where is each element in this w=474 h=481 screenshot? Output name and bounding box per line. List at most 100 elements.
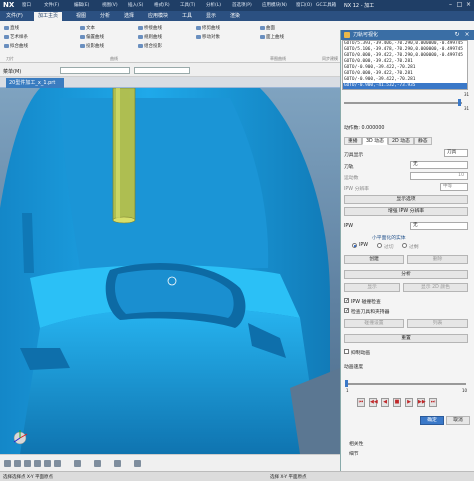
gcode-list[interactable]: GOTO/5.393,-39.406,-70.290,0.000000,-0.4… [342,40,468,90]
quick-menu-window2[interactable]: 窗口(O) [296,2,312,8]
document-tab[interactable]: 20型件加工_x_1.prt [6,78,64,88]
stop-button[interactable]: ■ [393,398,401,407]
tool-display-select[interactable]: 刀具 [444,149,468,157]
quick-menu-tools[interactable]: 工具(T) [180,2,195,8]
overcut-radio[interactable] [377,243,382,248]
suppress-animation-checkbox[interactable] [344,349,349,354]
tab-render[interactable]: 渲染 [226,12,244,21]
ribbon-spline[interactable]: 艺术样条 [4,34,28,40]
tab-static[interactable]: 静态 [414,137,432,145]
speed-slider-handle[interactable] [345,380,348,387]
ribbon-offset-curve[interactable]: 偏置曲线 [80,34,104,40]
ipw-select[interactable]: 无 [410,222,468,230]
ribbon-bridge-curve[interactable]: 桥接曲线 [138,25,162,31]
go-end-button[interactable]: ⏭ [429,398,437,407]
ok-button[interactable]: 确定 [420,416,444,425]
ribbon-curve-on-face[interactable]: 面上曲线 [260,34,284,40]
ribbon-text[interactable]: 文本 [80,25,95,31]
quick-menu-format[interactable]: 格式(R) [154,2,170,8]
tab-file[interactable]: 文件(F) [2,12,27,21]
ribbon-trim-curve[interactable]: 修剪曲线 [196,25,220,31]
tab-replay[interactable]: 重播 [344,137,362,145]
quick-menu-analysis[interactable]: 分析(L) [206,2,221,8]
wireframe-icon[interactable] [54,460,61,467]
fit-view-icon[interactable] [4,460,11,467]
rotate-icon[interactable] [34,460,41,467]
quick-menu-prefs[interactable]: 首选项(P) [232,2,252,8]
orient-icon[interactable] [74,460,81,467]
ribbon-fit-curve[interactable]: 拟合曲线 [4,43,28,49]
quick-menu-file[interactable]: 文件(F) [44,2,59,8]
ribbon-surface[interactable]: 曲面 [260,25,275,31]
ribbon-line[interactable]: 直线 [4,25,19,31]
tab-analysis[interactable]: 分析 [96,12,114,21]
tab-machining-home[interactable]: 加工主页 [34,12,63,21]
combined-projection-icon [138,43,143,48]
dialog-titlebar: 刀轨可视化 ↻ × [341,30,474,40]
tab-3d-dynamic[interactable]: 3D 动态 [362,137,388,145]
play-reverse-button[interactable]: ◀ [381,398,389,407]
display-options-button[interactable]: 显示选项 [344,195,468,204]
create-button[interactable]: 创建 [344,255,404,264]
ribbon-combined-projection[interactable]: 组合投影 [138,43,162,49]
speed-slider-track[interactable] [346,383,466,385]
step-back-button[interactable]: ◀◀ [369,398,378,407]
tab-view[interactable]: 视图 [72,12,90,21]
ipw-collision-label: IPW 碰撞检查 [351,300,381,305]
tab-display[interactable]: 显示 [202,12,220,21]
ribbon-move-object[interactable]: 移动对象 [196,34,220,40]
close-icon[interactable]: × [464,1,473,9]
details-row[interactable]: 细节 [349,450,359,457]
collision-settings-button[interactable]: 碰撞设置 [344,319,404,328]
pan-icon[interactable] [24,460,31,467]
ribbon-rule-curve[interactable]: 规则曲线 [138,34,162,40]
tab-tools[interactable]: 工具 [178,12,196,21]
quick-menu-apps[interactable]: 应用模块(N) [262,2,287,8]
step-forward-button[interactable]: ▶▶ [417,398,426,407]
graphics-viewport[interactable] [0,88,340,454]
enhanced-ipw-resolution-button[interactable]: 增强 IPW 分辨率 [344,207,468,216]
tool-select[interactable]: 无 [410,161,468,169]
list-item-selected[interactable]: GOTO/-0.900,-41.532,-73.935 [343,83,467,89]
quick-menu-view[interactable]: 视图(V) [102,2,118,8]
layer-icon[interactable] [114,460,121,467]
snap-icon[interactable] [134,460,141,467]
show-button[interactable]: 显示 [344,283,400,292]
ipw-collision-checkbox[interactable]: ✓ [344,298,349,304]
delete-button[interactable]: 删除 [407,255,468,264]
ribbon-project-curve[interactable]: 投影曲线 [80,43,104,49]
list-button[interactable]: 列表 [407,319,468,328]
ipw-resolution-select[interactable]: 中等 [440,183,468,191]
tab-select[interactable]: 选择 [120,12,138,21]
dialog-close-icon[interactable]: × [463,31,471,39]
ipw-radio[interactable] [352,243,357,248]
play-button[interactable]: ▶ [405,398,413,407]
motion-slider-track[interactable] [344,102,462,104]
tab-apps[interactable]: 应用模块 [144,12,172,21]
motion-slider-handle[interactable] [458,99,461,106]
shaded-icon[interactable] [44,460,51,467]
quick-menu-insert[interactable]: 插入(S) [128,2,143,8]
tool-holder-checkbox[interactable]: ✓ [344,308,349,314]
maximize-icon[interactable]: □ [455,1,464,9]
scope-filter-combo[interactable] [134,67,190,74]
go-start-button[interactable]: ⏮ [357,398,365,407]
zoom-icon[interactable] [14,460,21,467]
tab-2d-dynamic[interactable]: 2D 动态 [388,137,414,145]
reset-button[interactable]: 重置 [344,334,468,343]
menu-button[interactable]: 菜单(M) [3,68,21,75]
quick-menu-edit[interactable]: 编辑(E) [74,2,89,8]
minimize-icon[interactable]: – [446,1,455,9]
dialog-reset-icon[interactable]: ↻ [453,31,461,39]
quick-menu-window[interactable]: 窗口 [22,2,31,8]
quick-menu-gc[interactable]: GC工具箱 [316,2,336,8]
dependencies-row[interactable]: 相关性 [349,440,363,447]
cancel-button[interactable]: 取消 [446,416,470,425]
type-filter-combo[interactable] [60,67,130,74]
show-2d-color-button[interactable]: 显示 2D 颜色 [403,283,468,292]
analyze-button[interactable]: 分析 [344,270,468,279]
motion-count-input[interactable]: 10 [410,172,468,180]
excess-radio[interactable] [402,243,407,248]
clip-icon[interactable] [94,460,101,467]
tool-label: 刀轨 [344,165,354,170]
